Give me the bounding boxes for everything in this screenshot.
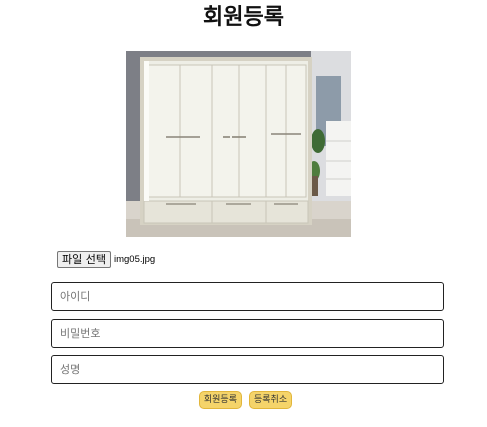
selected-file-name: img05.jpg <box>113 253 156 265</box>
page-title: 회원등록 <box>203 5 284 30</box>
choose-file-button[interactable]: 파일 선택 <box>57 250 111 268</box>
form-actions: 회원등록 등록취소 <box>0 391 487 409</box>
file-chooser: 파일 선택 img05.jpg <box>57 250 155 268</box>
register-button[interactable]: 회원등록 <box>198 391 242 409</box>
member-registration-page: 회원등록 파일 선택 img05.jpg 아이디 성명 회원등록 등록취소 <box>0 0 487 427</box>
user-id-input[interactable] <box>51 282 444 311</box>
name-input[interactable] <box>51 355 444 384</box>
password-input[interactable] <box>51 319 444 348</box>
product-photo <box>126 51 351 237</box>
cancel-registration-button[interactable]: 등록취소 <box>249 391 293 409</box>
